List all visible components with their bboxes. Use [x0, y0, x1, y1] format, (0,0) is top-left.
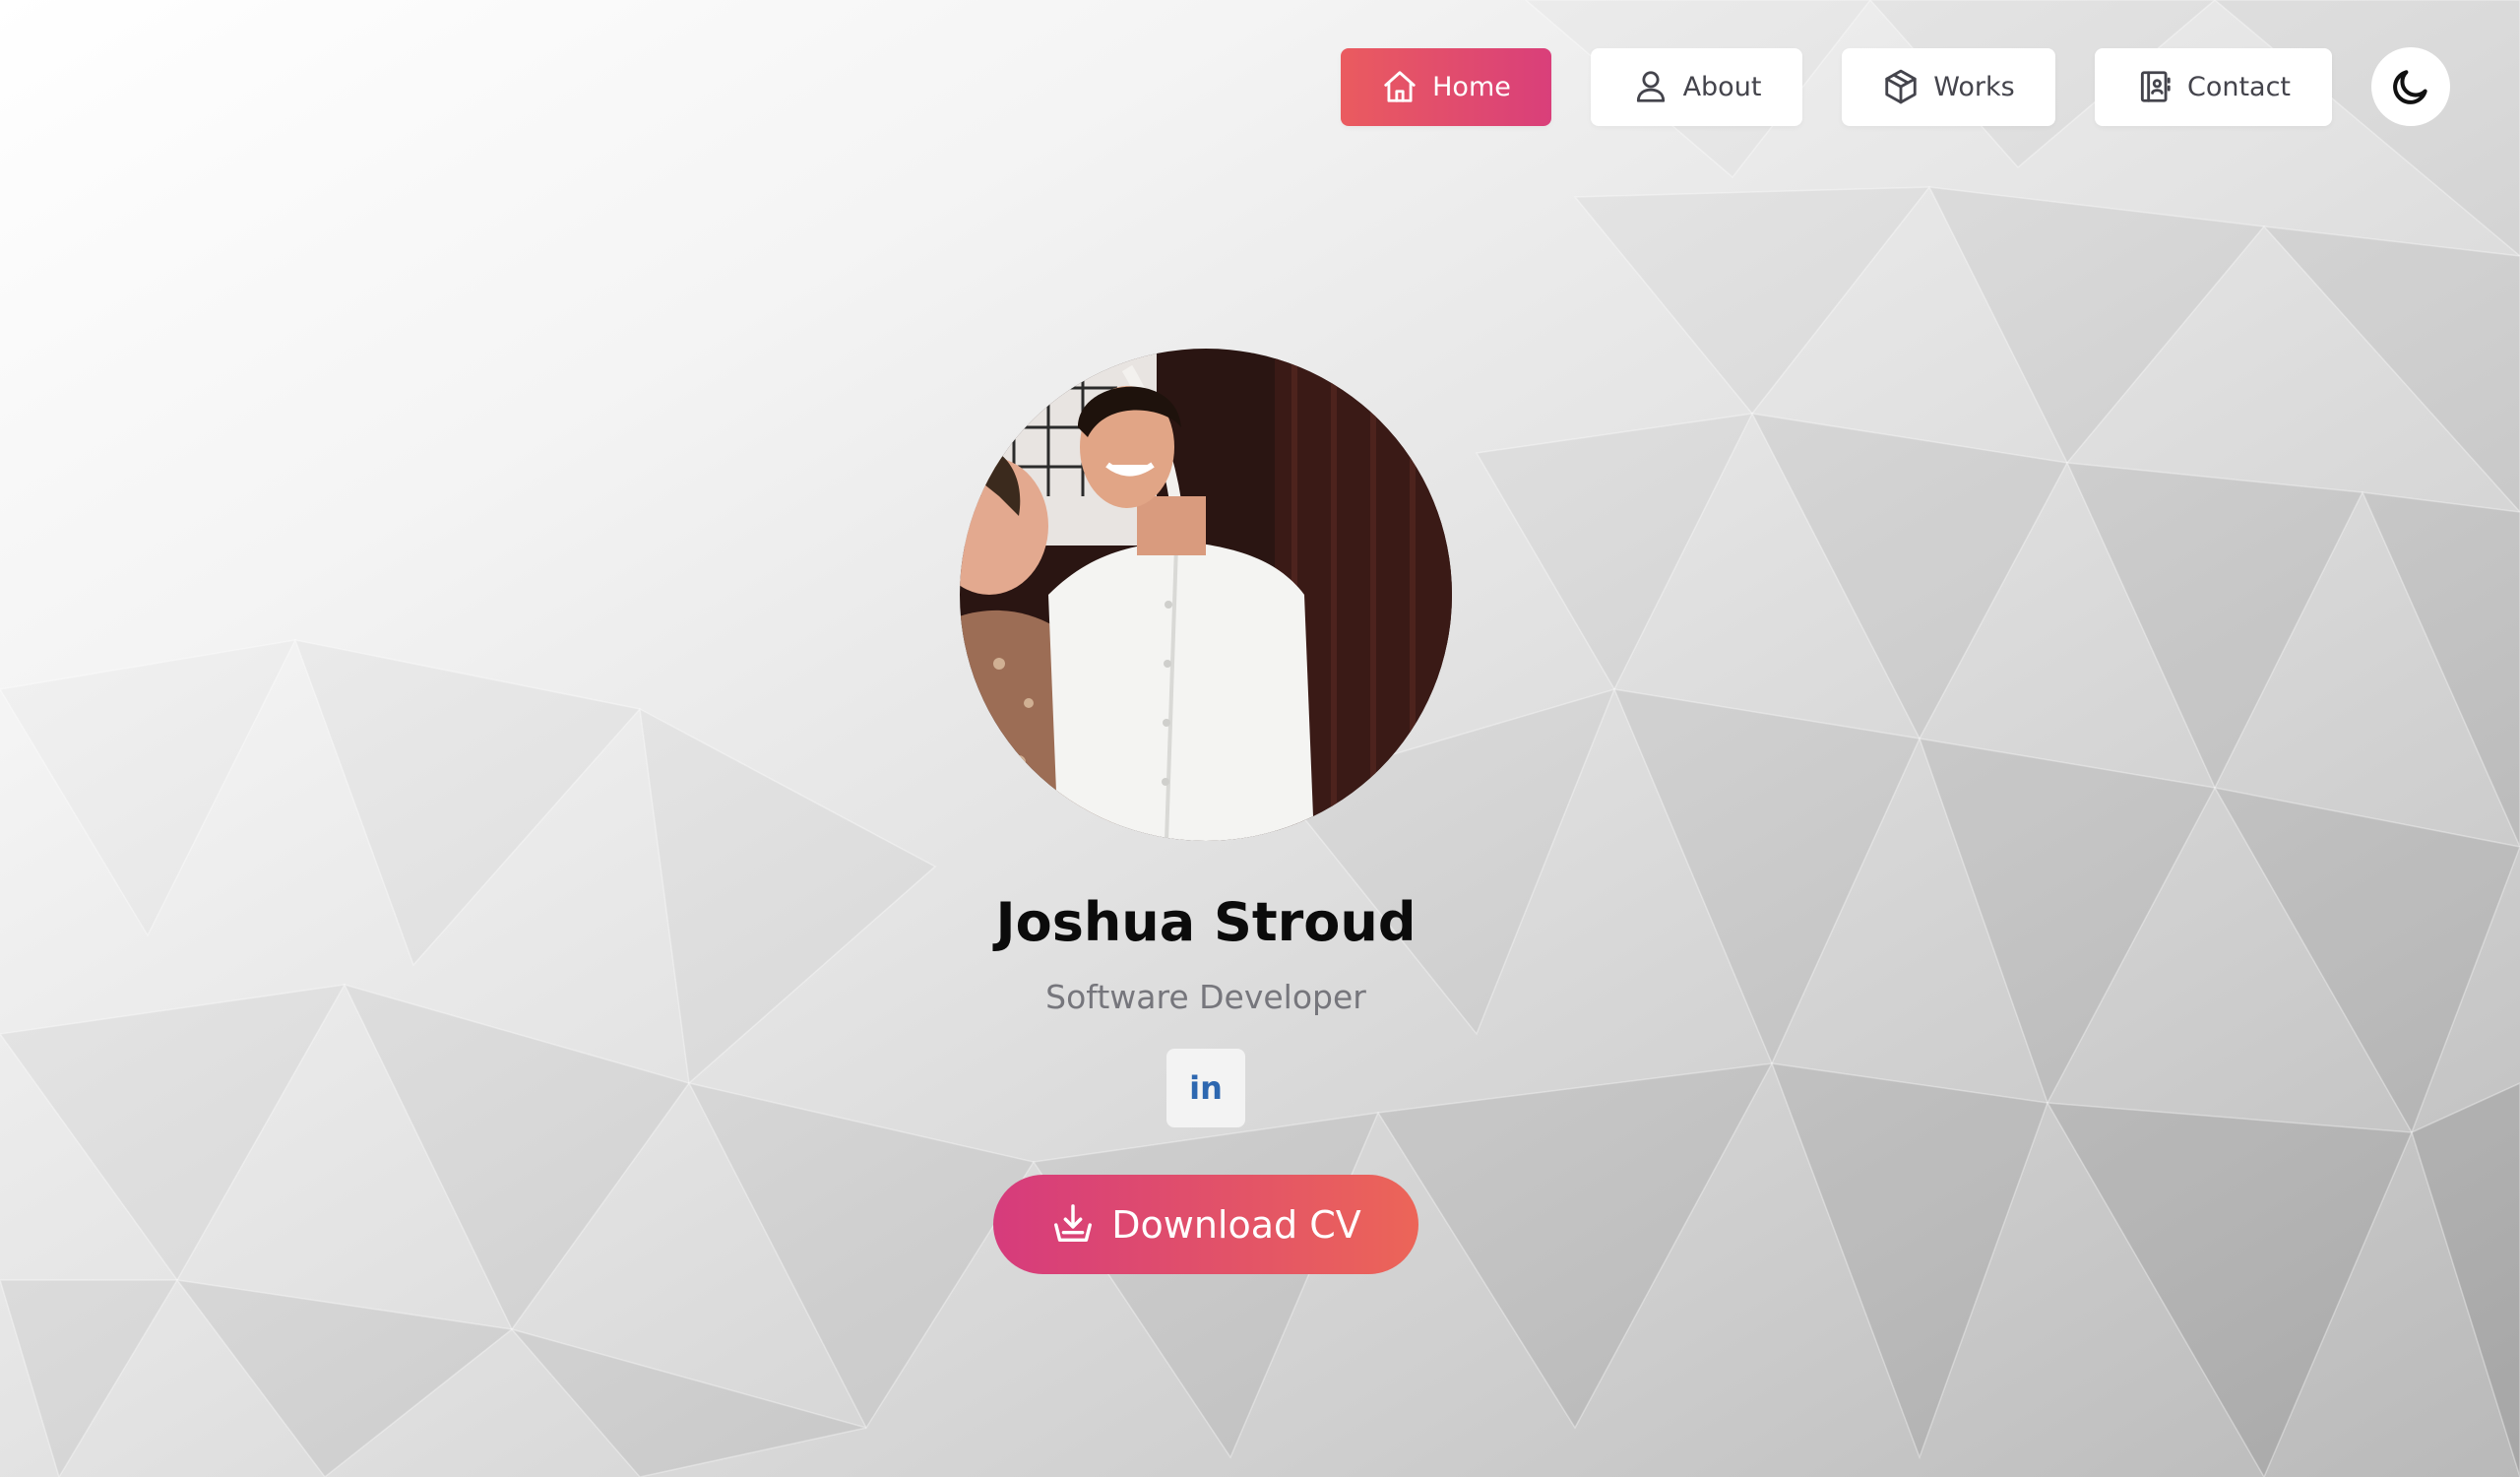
download-icon: [1054, 1203, 1093, 1242]
profile-photo: [960, 349, 1452, 841]
contact-book-icon: [2140, 71, 2171, 102]
user-icon: [1636, 71, 1665, 102]
profile-role: Software Developer: [1045, 978, 1366, 1016]
main-navigation: Home About Works Contact: [1341, 47, 2450, 126]
download-cv-label: Download CV: [1111, 1202, 1361, 1247]
profile-name: Joshua Stroud: [995, 891, 1417, 953]
nav-about-button[interactable]: About: [1591, 47, 1802, 126]
nav-works-label: Works: [1933, 71, 2015, 102]
download-cv-button[interactable]: Download CV: [993, 1175, 1418, 1274]
box-icon: [1885, 69, 1917, 104]
nav-contact-label: Contact: [2186, 71, 2292, 102]
profile-hero: Joshua Stroud Software Developer in Down…: [0, 349, 2412, 1274]
nav-about-label: About: [1682, 71, 1762, 102]
nav-contact-button[interactable]: Contact: [2095, 47, 2332, 126]
nav-works-button[interactable]: Works: [1842, 47, 2055, 126]
linkedin-icon: in: [1189, 1069, 1223, 1107]
theme-toggle-button[interactable]: [2371, 47, 2450, 126]
moon-icon: [2393, 70, 2427, 104]
linkedin-button[interactable]: in: [1166, 1049, 1245, 1127]
profile-photo-image: [960, 349, 1452, 841]
nav-home-button[interactable]: Home: [1341, 47, 1551, 126]
home-icon: [1384, 71, 1416, 102]
nav-home-label: Home: [1432, 71, 1511, 102]
page: Home About Works Contact Joshua Stroud S…: [0, 0, 2520, 1477]
